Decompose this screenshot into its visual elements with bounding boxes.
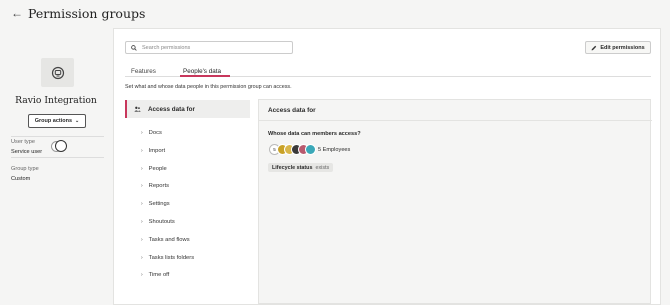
list-item-tasks-and-flows[interactable]: › Tasks and flows <box>141 237 190 243</box>
tab-description: Set what and whose data people in this p… <box>125 84 292 90</box>
list-item-label: Tasks and flows <box>148 237 190 243</box>
list-item-label: Import <box>148 148 166 154</box>
access-question: Whose data can members access? <box>268 131 361 137</box>
list-item-shoutouts[interactable]: › Shoutouts <box>141 219 175 225</box>
permission-category-list: Access data for › Docs › Import › People › R… <box>125 100 250 305</box>
list-item-label: Settings <box>148 201 170 207</box>
chevron-right-icon: › <box>141 272 143 278</box>
member-avatar <box>55 140 67 152</box>
list-item-people[interactable]: › People <box>141 166 167 172</box>
chevron-right-icon: › <box>141 237 143 243</box>
list-item-access-data-for[interactable]: Access data for <box>125 100 250 118</box>
active-tab-indicator <box>180 75 230 77</box>
edit-permissions-button[interactable]: Edit permissions <box>585 41 651 54</box>
avatar <box>305 144 316 155</box>
divider <box>11 136 104 137</box>
tab-peoples-data[interactable]: People's data <box>183 68 221 75</box>
list-item-docs[interactable]: › Docs <box>141 130 162 136</box>
group-actions-label: Group actions <box>34 118 73 124</box>
list-item-label: People <box>148 166 167 172</box>
page-header: ← Permission groups <box>0 0 670 28</box>
access-detail-panel: Access data for Whose data can members a… <box>258 99 652 304</box>
employee-count[interactable]: 5 Employees <box>318 147 350 153</box>
list-item-tasks-lists-folders[interactable]: › Tasks lists folders <box>141 255 194 261</box>
people-icon <box>134 106 141 112</box>
lifecycle-filter-chip: Lifecycle status exists <box>268 163 334 172</box>
app-name: Ravio Integration <box>15 95 97 106</box>
user-type-label: User type <box>11 139 35 145</box>
user-type-value: Service user <box>11 149 43 155</box>
filter-value: exists <box>315 164 330 171</box>
chevron-right-icon: › <box>141 219 143 225</box>
list-item-reports[interactable]: › Reports <box>141 183 169 189</box>
list-item-label: Shoutouts <box>148 219 175 225</box>
tab-bar: Features People's data <box>125 65 651 77</box>
chevron-right-icon: › <box>141 130 143 136</box>
chevron-right-icon: › <box>141 183 143 189</box>
member-avatars[interactable]: 1 <box>50 140 67 153</box>
chevron-right-icon: › <box>141 166 143 172</box>
tab-features[interactable]: Features <box>131 68 156 75</box>
detail-heading: Access data for <box>259 100 652 121</box>
permissions-panel: Search permissions Edit permissions Feat… <box>113 28 661 305</box>
search-placeholder: Search permissions <box>142 44 191 51</box>
search-input[interactable]: Search permissions <box>125 41 293 54</box>
chevron-right-icon: › <box>141 255 143 261</box>
back-arrow-icon[interactable]: ← <box>11 6 23 20</box>
divider <box>11 157 104 158</box>
integration-logo-icon <box>41 58 74 87</box>
page-title: Permission groups <box>28 6 146 21</box>
list-item-label: Tasks lists folders <box>148 255 195 261</box>
chevron-down-icon: ⌄ <box>75 118 80 124</box>
group-actions-button[interactable]: Group actions ⌄ <box>28 114 86 128</box>
group-type-value: Custom <box>11 176 31 182</box>
search-icon <box>131 44 137 51</box>
chevron-right-icon: › <box>141 201 143 207</box>
group-type-label: Group type <box>11 166 39 172</box>
list-item-import[interactable]: › Import <box>141 148 165 154</box>
list-item-time-off[interactable]: › Time off <box>141 272 169 278</box>
edit-permissions-label: Edit permissions <box>600 44 645 51</box>
list-item-label: Time off <box>148 272 170 278</box>
pencil-icon <box>591 45 597 50</box>
filter-key: Lifecycle status <box>272 164 313 171</box>
employee-avatar-stack[interactable]: 5 <box>269 144 319 155</box>
group-sidebar: Ravio Integration Group actions ⌄ 1 User… <box>0 28 112 305</box>
list-header-label: Access data for <box>148 105 195 113</box>
list-item-label: Docs <box>148 130 162 136</box>
list-item-settings[interactable]: › Settings <box>141 201 170 207</box>
chevron-right-icon: › <box>141 148 143 154</box>
list-item-label: Reports <box>148 183 169 189</box>
